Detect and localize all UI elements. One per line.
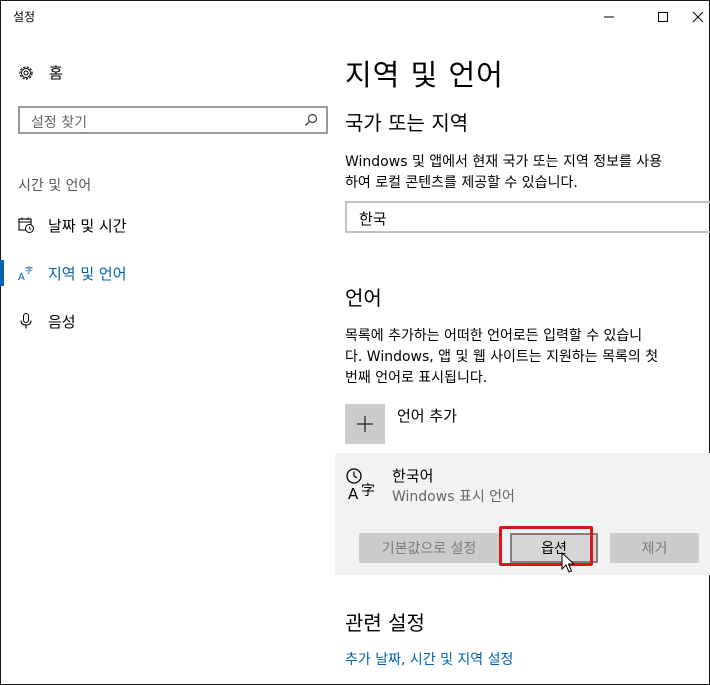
sidebar-item-date-time[interactable]: 날짜 및 시간: [0, 205, 330, 245]
home-nav-item[interactable]: 홈: [17, 62, 63, 83]
window-title: 설정: [13, 10, 36, 24]
language-icon: A 字: [18, 265, 33, 282]
mouse-cursor-icon: [561, 552, 575, 573]
plus-icon: [345, 404, 385, 444]
country-heading: 국가 또는 지역: [345, 111, 469, 135]
additional-settings-link[interactable]: 추가 날짜, 시간 및 지역 설정: [345, 649, 513, 669]
page-title: 지역 및 언어: [345, 58, 504, 92]
gear-icon: [19, 65, 33, 80]
highlight-box: [499, 526, 593, 566]
svg-text:字: 字: [361, 483, 375, 499]
sidebar: 홈 설정 찾기 시간 및 언어 날짜 및 시간 A 字 지역 및 언어 음성: [0, 34, 330, 684]
language-name: 한국어: [392, 467, 434, 485]
search-placeholder: 설정 찾기: [31, 115, 87, 131]
calendar-clock-icon: [18, 217, 34, 233]
country-desc-line: Windows 및 앱에서 현재 국가 또는 지역 정보를 사용: [345, 154, 663, 170]
language-description: 목록에 추가하는 어떠한 언어로든 입력할 수 있습니 다. Windows, …: [345, 326, 710, 389]
microphone-icon: [20, 312, 32, 329]
country-description: Windows 및 앱에서 현재 국가 또는 지역 정보를 사용 하여 로컬 콘…: [345, 152, 710, 194]
sidebar-item-speech[interactable]: 음성: [0, 301, 330, 341]
country-desc-line: 하여 로컬 콘텐츠를 제공할 수 있습니다.: [345, 175, 578, 191]
close-icon: [692, 11, 704, 23]
svg-text:A: A: [18, 272, 25, 282]
search-icon: [305, 113, 318, 126]
minimize-button[interactable]: [586, 0, 632, 34]
language-desc-line: 번째 언어로 표시됩니다.: [345, 370, 488, 386]
home-label: 홈: [49, 64, 63, 82]
maximize-icon: [658, 12, 668, 22]
language-clock-icon: A 字: [346, 468, 375, 502]
sidebar-section-label: 시간 및 언어: [18, 178, 92, 194]
related-settings-heading: 관련 설정: [345, 611, 425, 635]
language-heading: 언어: [345, 286, 382, 310]
language-list-item[interactable]: A 字 한국어 Windows 표시 언어 기본값으로 설정 옵션 제거: [335, 453, 710, 575]
sidebar-item-label: 음성: [48, 313, 76, 331]
sidebar-item-label: 날짜 및 시간: [48, 217, 127, 235]
minimize-icon: [604, 16, 614, 18]
close-button[interactable]: [686, 0, 710, 34]
remove-button[interactable]: 제거: [610, 533, 699, 563]
sidebar-item-label: 지역 및 언어: [48, 265, 127, 283]
add-language-button[interactable]: 언어 추가: [345, 404, 457, 444]
search-box[interactable]: 설정 찾기: [18, 106, 328, 134]
content-pane: 지역 및 언어 국가 또는 지역 Windows 및 앱에서 현재 국가 또는 …: [335, 34, 710, 684]
svg-text:字: 字: [25, 265, 33, 275]
add-language-label: 언어 추가: [397, 407, 457, 425]
maximize-button[interactable]: [640, 0, 686, 34]
sidebar-item-region-language[interactable]: A 字 지역 및 언어: [0, 253, 330, 293]
title-bar: 설정: [0, 0, 710, 34]
language-desc-line: 목록에 추가하는 어떠한 언어로든 입력할 수 있습니: [345, 328, 643, 344]
set-default-button[interactable]: 기본값으로 설정: [359, 533, 499, 563]
language-subtitle: Windows 표시 언어: [392, 489, 515, 505]
active-indicator: [0, 260, 4, 286]
svg-text:A: A: [348, 485, 359, 502]
country-dropdown[interactable]: 한국: [345, 201, 710, 233]
country-value: 한국: [359, 210, 387, 228]
language-desc-line: 다. Windows, 앱 및 웹 사이트는 지원하는 목록의 첫: [345, 349, 659, 365]
